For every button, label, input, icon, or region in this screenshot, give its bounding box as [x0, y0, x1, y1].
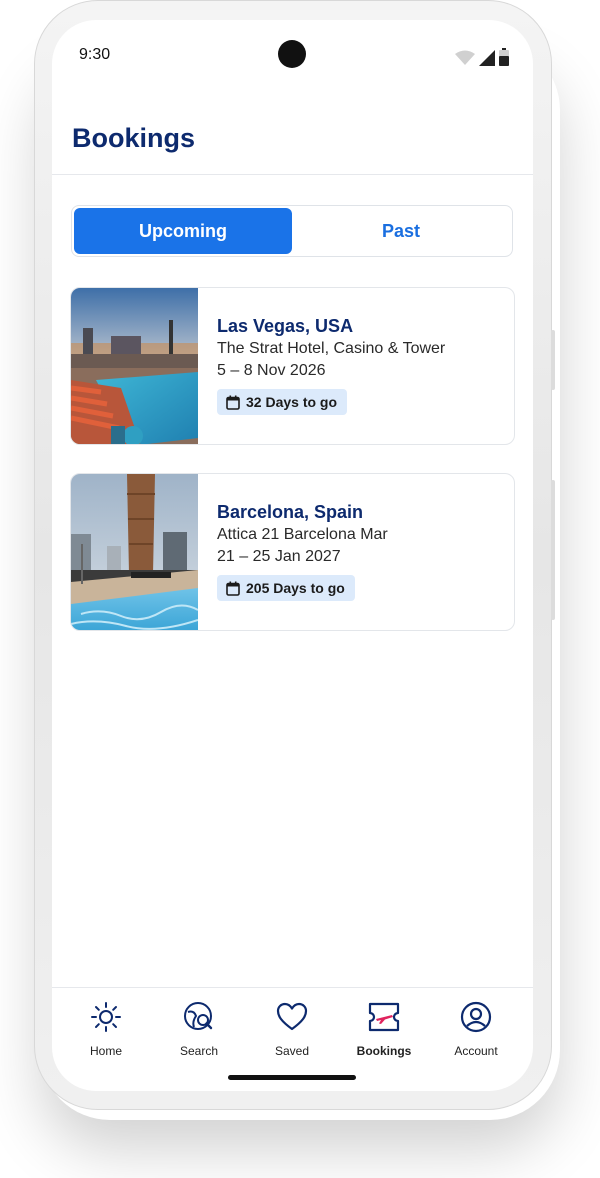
countdown-badge: 205 Days to go [217, 575, 355, 601]
tab-label: Account [454, 1044, 498, 1058]
volume-button [551, 480, 555, 620]
home-indicator[interactable] [228, 1075, 356, 1080]
heart-icon [276, 1002, 308, 1031]
countdown-badge: 32 Days to go [217, 389, 348, 415]
sun-icon [91, 1002, 121, 1032]
booking-details: Las Vegas, USA The Strat Hotel, Casino &… [217, 314, 504, 415]
user-circle-icon [460, 1001, 492, 1033]
tab-saved[interactable]: Saved [247, 988, 337, 1068]
signal-icon [479, 50, 495, 66]
wifi-icon [455, 50, 475, 65]
tab-label: Search [179, 1044, 219, 1058]
tab-label: Saved [274, 1044, 310, 1058]
booking-dates: 5 – 8 Nov 2026 [217, 362, 326, 379]
booking-details: Barcelona, Spain Attica 21 Barcelona Mar… [217, 500, 504, 601]
booking-card-barcelona[interactable]: Barcelona, Spain Attica 21 Barcelona Mar… [70, 473, 515, 631]
booking-hotel: Attica 21 Barcelona Mar [217, 526, 388, 543]
booking-city: Barcelona, Spain [217, 502, 364, 522]
booking-city: Las Vegas, USA [217, 316, 354, 336]
bookings-segmented-control: Upcoming Past [71, 205, 513, 257]
tab-label: Home [89, 1044, 122, 1058]
tab-account[interactable]: Account [431, 988, 521, 1068]
tab-past[interactable]: Past [292, 208, 510, 254]
tab-bookings[interactable]: Bookings [339, 988, 429, 1068]
page-title: Bookings [72, 123, 196, 153]
countdown-text: 32 Days to go [246, 394, 338, 410]
hotel-pool-sunset-photo [71, 288, 198, 444]
tab-label: Bookings [356, 1044, 412, 1058]
status-bar: 9:30 [52, 20, 533, 90]
power-button [551, 330, 555, 390]
front-camera [278, 40, 306, 68]
hotel-pool-tower-photo [71, 474, 198, 630]
status-time: 9:30 [79, 46, 111, 63]
phone-screen: 9:30 Bookings Upcoming Past Las Vegas, U… [52, 20, 533, 1091]
status-icons [455, 46, 509, 66]
calendar-icon [226, 581, 240, 596]
ticket-plane-icon [368, 1002, 400, 1032]
header-divider [52, 174, 533, 175]
booking-dates: 21 – 25 Jan 2027 [217, 548, 341, 565]
calendar-icon [226, 395, 240, 410]
battery-icon [499, 48, 509, 66]
globe-search-icon [184, 1002, 213, 1030]
tab-search[interactable]: Search [154, 988, 244, 1068]
countdown-text: 205 Days to go [246, 580, 345, 596]
booking-hotel: The Strat Hotel, Casino & Tower [217, 340, 446, 357]
tab-upcoming[interactable]: Upcoming [74, 208, 292, 254]
bottom-tab-bar: Home Search Saved Bookings Account [52, 987, 533, 1091]
tab-home[interactable]: Home [61, 988, 151, 1068]
booking-card-las-vegas[interactable]: Las Vegas, USA The Strat Hotel, Casino &… [70, 287, 515, 445]
